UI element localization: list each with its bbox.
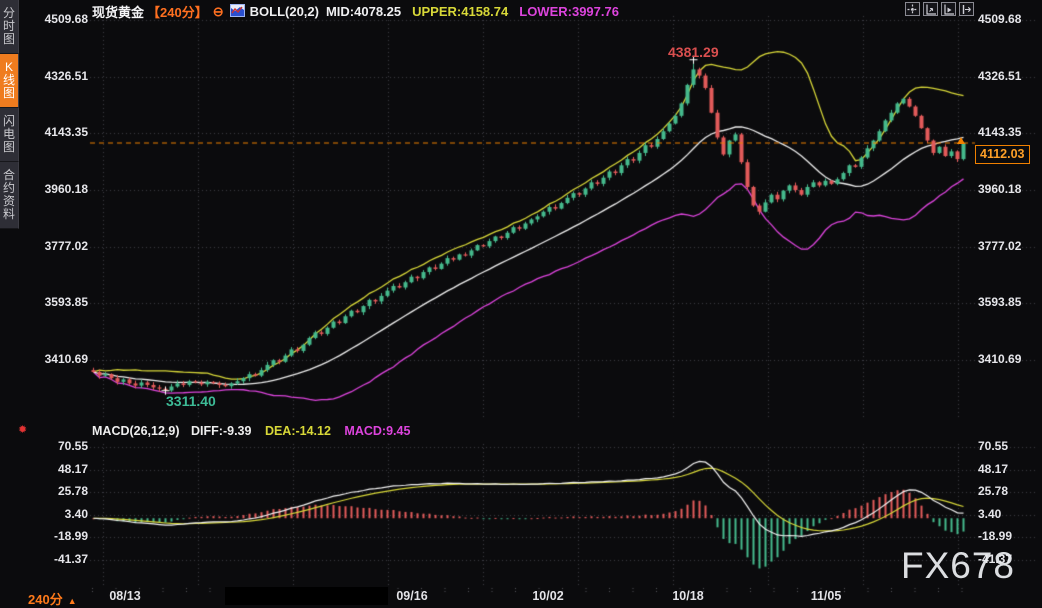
macd-header: MACD(26,12,9) DIFF:-9.39 DEA:-14.12 MACD… xyxy=(92,424,410,438)
sidebar-item-contract-info[interactable]: 合约资料 xyxy=(0,162,19,229)
crosshair-icon[interactable] xyxy=(905,2,920,16)
interval-selector[interactable]: 240分▲ xyxy=(28,589,77,608)
interval-badge: 【240分】 xyxy=(147,2,208,21)
chart-canvas[interactable] xyxy=(0,0,1042,605)
price-pointer-icon xyxy=(957,137,965,144)
boll-lower-value: LOWER:3997.76 xyxy=(519,4,619,19)
sidebar-item-kline-chart[interactable]: K线图 xyxy=(0,54,19,108)
alert-icon[interactable]: ✹ xyxy=(18,423,27,436)
indicator-name: BOLL(20,2) xyxy=(250,4,319,19)
reset-axis-icon[interactable] xyxy=(923,2,938,16)
autoscroll-icon[interactable] xyxy=(941,2,956,16)
macd-bar-value: MACD:9.45 xyxy=(344,424,410,438)
macd-indicator-name: MACD(26,12,9) xyxy=(92,424,180,438)
chart-type-sidebar: 分时图 K线图 闪电图 合约资料 xyxy=(0,0,18,229)
boll-mid-value: MID:4078.25 xyxy=(326,4,401,19)
current-price-tag: 4112.03 xyxy=(975,145,1030,164)
sidebar-item-flash-chart[interactable]: 闪电图 xyxy=(0,108,19,162)
sidebar-item-time-chart[interactable]: 分时图 xyxy=(0,0,19,54)
blackout-box xyxy=(225,587,388,605)
chart-header: 现货黄金 【240分】 ⊖ BOLL(20,2) MID:4078.25 UPP… xyxy=(92,2,619,21)
watermark: FX678 xyxy=(901,545,1015,587)
low-price-annotation: 3311.40 xyxy=(166,393,216,409)
collapse-indicator-icon[interactable]: ⊖ xyxy=(213,4,224,20)
mini-chart-icon xyxy=(230,4,245,20)
boll-upper-value: UPPER:4158.74 xyxy=(412,4,508,19)
macd-dea-value: DEA:-14.12 xyxy=(265,424,331,438)
macd-diff-value: DIFF:-9.39 xyxy=(191,424,251,438)
goto-latest-icon[interactable] xyxy=(959,2,974,16)
chart-toolbar xyxy=(905,2,977,16)
kline-chart-app: 分时图 K线图 闪电图 合约资料 ✹ 现货黄金 【240分】 ⊖ BOLL(20… xyxy=(0,0,1042,605)
high-price-annotation: 4381.29 xyxy=(668,44,719,60)
symbol-name: 现货黄金 xyxy=(92,2,144,21)
